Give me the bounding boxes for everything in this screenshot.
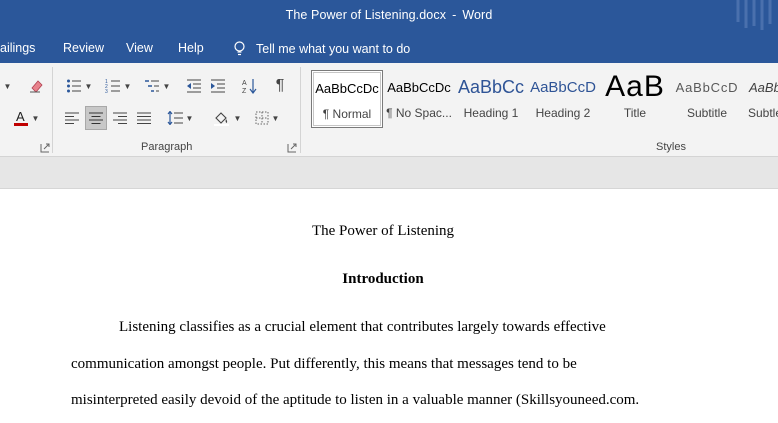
- eraser-icon: [30, 80, 43, 93]
- svg-text:A: A: [242, 80, 247, 87]
- numbered-list-icon: 1 2 3: [105, 79, 120, 94]
- ribbon: ▼ A ▼ ▼ 1 2 3 ▼ ▼ A Z ¶ ▼ ▼ ▼ Paragraph …: [0, 63, 778, 157]
- group-separator: [300, 67, 301, 153]
- style-preview: AaB: [605, 70, 665, 103]
- increase-indent-button[interactable]: [208, 75, 228, 97]
- style-subtitle[interactable]: AaBbCcD Subtitle: [671, 70, 743, 128]
- svg-text:3: 3: [105, 89, 108, 94]
- sort-button[interactable]: A Z: [240, 75, 260, 97]
- paint-bucket-icon: [213, 112, 229, 126]
- sort-az-icon: A Z: [242, 79, 257, 94]
- shading-button[interactable]: ▼: [210, 107, 244, 129]
- chevron-down-icon: ▼: [84, 81, 93, 91]
- multilevel-list-icon: [144, 80, 159, 92]
- ribbon-tabs: ailings Review View Help Tell me what yo…: [0, 33, 778, 63]
- style-preview: AaBbCcD: [530, 78, 596, 96]
- paragraph-dialog-launcher-icon[interactable]: [287, 143, 297, 153]
- justify-icon: [137, 112, 151, 124]
- style-no-spacing[interactable]: AaBbCcDc ¶ No Spac...: [383, 70, 455, 128]
- clear-formatting-button[interactable]: [26, 75, 46, 97]
- chevron-down-icon: ▼: [3, 81, 12, 91]
- borders-button[interactable]: ▼: [250, 107, 284, 129]
- paragraph-line: communication amongst people. Put differ…: [71, 356, 577, 372]
- font-color-button[interactable]: A ▼: [8, 107, 44, 129]
- paragraph-line: misinterpreted easily devoid of the apti…: [71, 392, 640, 408]
- font-color-icon: A: [13, 109, 28, 126]
- pilcrow-icon: ¶: [275, 77, 285, 94]
- align-left-button[interactable]: [62, 107, 82, 129]
- style-subtle-emphasis[interactable]: AaBbCcD Subtle: [743, 70, 778, 128]
- tab-help[interactable]: Help: [178, 41, 204, 55]
- align-center-button[interactable]: [85, 106, 107, 130]
- font-dialog-launcher-icon[interactable]: [40, 143, 50, 153]
- paragraph-group-label: Paragraph: [141, 141, 193, 153]
- chevron-down-icon: ▼: [162, 81, 171, 91]
- section-heading: Introduction: [342, 271, 424, 287]
- borders-icon: [255, 111, 269, 125]
- styles-group-label: Styles: [656, 141, 686, 153]
- tab-view[interactable]: View: [126, 41, 153, 55]
- style-name: Subtitle: [686, 106, 728, 120]
- style-title[interactable]: AaB Title: [599, 70, 671, 128]
- bullet-list-icon: [66, 79, 81, 93]
- style-name: Heading 1: [463, 106, 519, 120]
- chevron-down-icon: ▼: [233, 113, 242, 123]
- lightbulb-icon: [234, 41, 245, 56]
- line-spacing-icon: [167, 111, 183, 125]
- chevron-down-icon: ▼: [123, 81, 132, 91]
- document-file-name: The Power of Listening.docx: [285, 8, 447, 22]
- style-name: ¶ No Spac...: [386, 106, 452, 120]
- chevron-down-icon: ▼: [271, 113, 280, 123]
- style-preview: AaBbCc: [457, 76, 525, 97]
- tell-me-search[interactable]: Tell me what you want to do: [233, 41, 410, 56]
- decrease-indent-button[interactable]: [184, 75, 204, 97]
- style-normal[interactable]: AaBbCcDc ¶ Normal: [311, 70, 383, 128]
- align-right-button[interactable]: [110, 107, 130, 129]
- tab-mailings[interactable]: ailings: [0, 41, 35, 55]
- document-title: The Power of Listening: [311, 223, 455, 239]
- style-heading-2[interactable]: AaBbCcD Heading 2: [527, 70, 599, 128]
- style-heading-1[interactable]: AaBbCc Heading 1: [455, 70, 527, 128]
- app-name: Word: [462, 8, 493, 22]
- chevron-down-icon: ▼: [185, 113, 194, 123]
- document-page[interactable]: The Power of Listening Introduction List…: [0, 190, 778, 423]
- group-separator: [52, 67, 53, 153]
- corner-pattern-icon: [736, 0, 772, 30]
- align-center-icon: [89, 112, 103, 124]
- align-left-icon: [65, 112, 79, 124]
- style-preview: AaBbCcDc: [387, 79, 451, 95]
- style-name: Title: [623, 106, 647, 120]
- line-spacing-button[interactable]: ▼: [164, 107, 196, 129]
- tell-me-label: Tell me what you want to do: [256, 41, 411, 56]
- title-separator: -: [452, 8, 457, 22]
- svg-text:A: A: [16, 109, 25, 124]
- ruler-band: [0, 157, 778, 189]
- numbering-button[interactable]: 1 2 3 ▼: [101, 75, 135, 97]
- style-preview: AaBbCcDc: [315, 80, 379, 96]
- title-bar: The Power of Listening.docx - Word: [0, 0, 778, 33]
- align-right-icon: [113, 112, 127, 124]
- bullets-button[interactable]: ▼: [62, 75, 96, 97]
- increase-indent-icon: [211, 79, 225, 93]
- tab-review[interactable]: Review: [63, 41, 104, 55]
- window-title: The Power of Listening.docx - Word: [0, 8, 778, 22]
- svg-text:Z: Z: [242, 88, 247, 94]
- style-preview: AaBbCcD: [749, 79, 778, 95]
- decrease-indent-icon: [187, 79, 201, 93]
- font-options-dropdown[interactable]: ▼: [0, 75, 12, 97]
- style-name: Heading 2: [535, 106, 591, 120]
- multilevel-list-button[interactable]: ▼: [140, 75, 174, 97]
- show-formatting-marks-button[interactable]: ¶: [270, 75, 290, 97]
- style-name: ¶ Normal: [322, 107, 372, 121]
- chevron-down-icon: ▼: [31, 113, 40, 123]
- style-preview: AaBbCcD: [675, 79, 739, 95]
- justify-button[interactable]: [134, 107, 154, 129]
- style-name: Subtle: [748, 106, 778, 120]
- paragraph-line: Listening classifies as a crucial elemen…: [119, 319, 606, 335]
